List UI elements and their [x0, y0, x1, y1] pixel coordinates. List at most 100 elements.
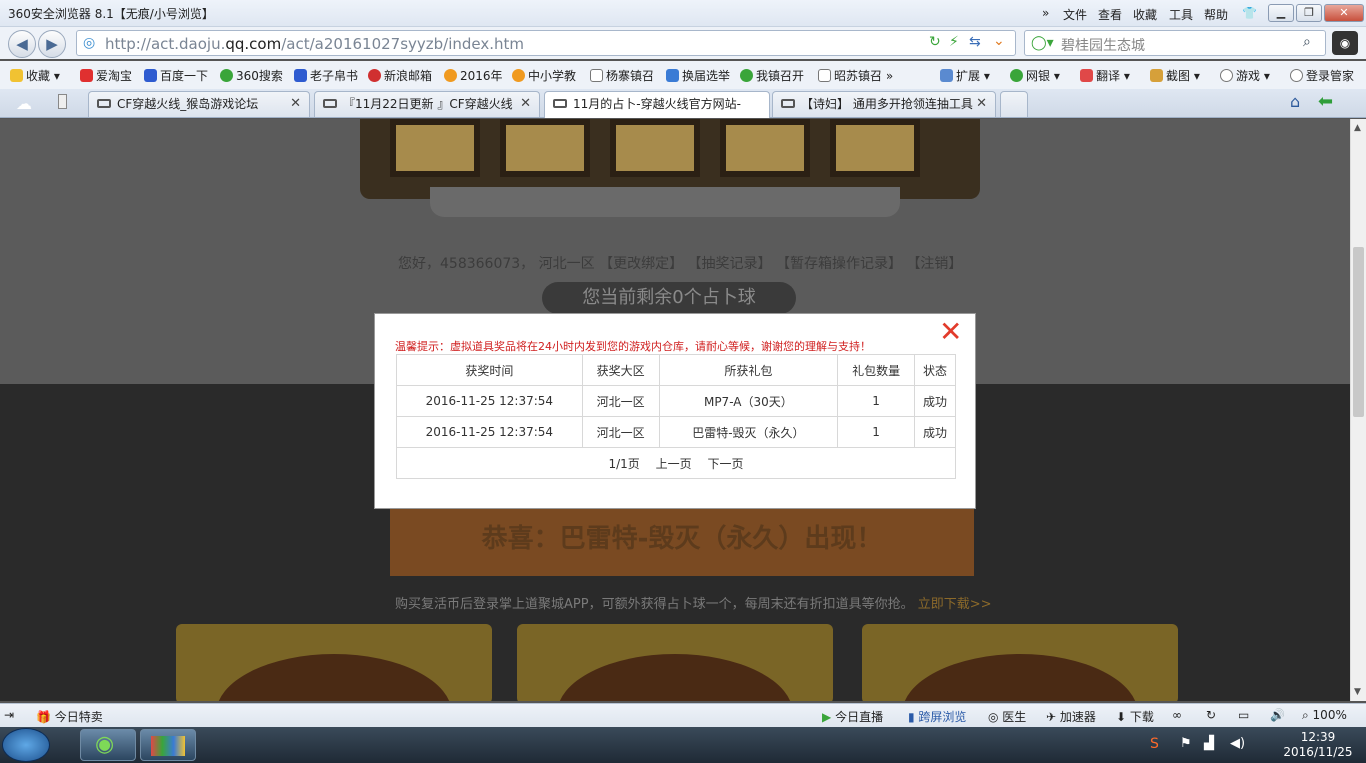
tab-close-icon[interactable]: ✕ [520, 92, 531, 116]
tab-cf-update[interactable]: 『11月22日更新 』CF穿越火线 ✕ [314, 91, 540, 117]
restore-button[interactable]: ❐ [1296, 4, 1322, 22]
bookmark-item[interactable]: 爱淘宝 [80, 67, 132, 84]
zoom-control[interactable]: ⌕ 100% [1302, 708, 1347, 723]
more-icon[interactable]: » [1042, 6, 1049, 20]
translate-menu[interactable]: 翻译 ▾ [1080, 67, 1130, 84]
prize-card[interactable] [517, 624, 833, 701]
menu-view[interactable]: 查看 [1098, 6, 1122, 23]
volume-icon[interactable]: 🔊 [1270, 708, 1285, 722]
scroll-thumb[interactable] [1353, 247, 1364, 417]
start-button[interactable] [2, 728, 50, 762]
taskbar-app[interactable] [140, 729, 196, 761]
close-button[interactable]: ✕ [1324, 4, 1364, 22]
address-bar[interactable]: ◎ http://act.daoju.qq.com/act/a20161027s… [76, 30, 1016, 56]
taskbar: ◉ S ⚑ ▟ ◀) 12:39 2016/11/25 [0, 727, 1366, 763]
tab-cf-divination[interactable]: 11月的占卜-穿越火线官方网站- [544, 91, 770, 118]
bookmark-item[interactable]: 2016年 [444, 67, 503, 84]
bookmark-item[interactable]: 昭苏镇召 » [818, 67, 893, 84]
bookmark-item[interactable]: 换届选举 [666, 67, 730, 84]
forward-button[interactable]: ▶ [38, 30, 66, 58]
search-icon[interactable]: ⌕ [1303, 34, 1311, 50]
prize-card[interactable] [176, 624, 492, 701]
logout-link[interactable]: 【注销】 [906, 256, 962, 272]
doctor-button[interactable]: ◎ 医生 [988, 708, 1026, 725]
phone-icon[interactable] [58, 94, 67, 109]
scroll-up-icon[interactable]: ▲ [1354, 123, 1361, 133]
compat-icon[interactable]: ⇆ [969, 34, 981, 50]
refresh-icon[interactable]: ↻ [929, 34, 941, 50]
vertical-scrollbar[interactable]: ▲ ▼ [1350, 119, 1366, 701]
bookmark-item[interactable]: 老子帛书 [294, 67, 358, 84]
download-button[interactable]: ⬇ 下载 [1116, 708, 1154, 725]
new-tab-button[interactable] [1000, 91, 1028, 117]
system-clock[interactable]: 12:39 2016/11/25 [1276, 730, 1360, 760]
cell-zone: 河北一区 [581, 416, 660, 448]
bookmark-favorites[interactable]: 收藏 ▾ [10, 67, 60, 84]
menu-file[interactable]: 文件 [1063, 6, 1087, 23]
search-input[interactable]: 碧桂园生态城 [1061, 35, 1145, 55]
tab-favicon-icon [323, 99, 337, 108]
prize-card[interactable] [862, 624, 1178, 701]
tab-close-icon[interactable]: ✕ [976, 92, 987, 116]
draw-records-link[interactable]: 【抽奖记录】 [688, 256, 772, 272]
undo-close-icon[interactable]: ⬅ [1318, 91, 1333, 112]
url-text[interactable]: http://act.daoju.qq.com/act/a20161027syy… [105, 35, 524, 53]
speed-icon[interactable]: ⚡ [949, 34, 959, 50]
accelerator-button[interactable]: ✈ 加速器 [1046, 708, 1096, 725]
menu-tools[interactable]: 工具 [1169, 6, 1193, 23]
cell-time: 2016-11-25 12:37:54 [396, 385, 583, 417]
gift-icon: 🎁 [36, 710, 51, 724]
refresh-all-icon[interactable]: ↻ [1206, 708, 1216, 722]
screenshot-menu[interactable]: 截图 ▾ [1150, 67, 1200, 84]
flag-icon[interactable]: ⚑ [1180, 736, 1192, 751]
logo-plate [430, 187, 900, 217]
tab-cf-forum[interactable]: CF穿越火线_猴岛游戏论坛 ✕ [88, 91, 310, 117]
storage-records-link[interactable]: 【暂存箱操作记录】 [776, 256, 902, 272]
cross-screen-button[interactable]: ▮ 跨屏浏览 [908, 708, 966, 725]
back-button[interactable]: ◀ [8, 30, 36, 58]
mask-icon[interactable]: ∞ [1172, 708, 1182, 722]
change-binding-link[interactable]: 【更改绑定】 [599, 256, 683, 272]
search-engine-icon[interactable]: ◯▾ [1031, 35, 1054, 51]
speaker-icon[interactable]: ◀) [1230, 736, 1245, 751]
login-manager[interactable]: 登录管家 [1290, 67, 1354, 84]
table-row: 2016-11-25 12:37:54 河北一区 巴雷特-毁灭（永久） 1 成功 [396, 416, 956, 448]
close-icon[interactable]: ✕ [939, 318, 962, 346]
scroll-down-icon[interactable]: ▼ [1354, 687, 1361, 697]
games-menu[interactable]: 游戏 ▾ [1220, 67, 1270, 84]
bookmark-item[interactable]: 百度一下 [144, 67, 208, 84]
download-link[interactable]: 立即下载>> [918, 597, 992, 612]
bookmark-item[interactable]: 杨寨镇召 [590, 67, 654, 84]
bookmark-item[interactable]: 我镇召开 [740, 67, 804, 84]
app-icon [151, 736, 185, 756]
extensions-menu[interactable]: 扩展 ▾ [940, 67, 990, 84]
menu-help[interactable]: 帮助 [1204, 6, 1228, 23]
live-button[interactable]: ▶ 今日直播 [822, 708, 883, 725]
banking-menu[interactable]: 网银 ▾ [1010, 67, 1060, 84]
search-box[interactable]: ◯▾ 碧桂园生态城 ⌕ [1024, 30, 1326, 56]
bookmark-item[interactable]: 360搜索 [220, 67, 283, 84]
network-icon[interactable]: ▟ [1204, 736, 1214, 751]
taskbar-browser[interactable]: ◉ [80, 729, 136, 761]
clock-time: 12:39 [1300, 730, 1336, 744]
bookmark-item[interactable]: 新浪邮箱 [368, 67, 432, 84]
account-icon[interactable]: ◉ [1332, 31, 1358, 55]
cell-time: 2016-11-25 12:37:54 [396, 416, 583, 448]
dropdown-icon[interactable]: ⌄ [993, 33, 1005, 49]
window-icon[interactable]: ▭ [1238, 708, 1249, 722]
prev-page-link[interactable]: 上一页 [656, 457, 692, 471]
ime-icon[interactable]: S [1150, 736, 1159, 752]
table-row: 2016-11-25 12:37:54 河北一区 MP7-A（30天） 1 成功 [396, 385, 956, 417]
next-page-link[interactable]: 下一页 [707, 457, 743, 471]
tab-tool[interactable]: 【诗妇】 通用多开抢领连抽工具 ✕ [772, 91, 996, 117]
minimize-button[interactable]: ▁ [1268, 4, 1294, 22]
cloud-icon[interactable]: ☁ [16, 94, 32, 113]
menu-favorites[interactable]: 收藏 [1133, 6, 1157, 23]
daily-deals[interactable]: 🎁 今日特卖 [36, 708, 103, 725]
records-table: 获奖时间 获奖大区 所获礼包 礼包数量 状态 2016-11-25 12:37:… [396, 354, 956, 479]
tab-close-icon[interactable]: ✕ [290, 92, 301, 116]
sidebar-toggle-icon[interactable]: ⇥ [4, 708, 14, 722]
skin-icon[interactable]: 👕 [1242, 6, 1257, 20]
home-icon[interactable]: ⌂ [1290, 92, 1300, 111]
bookmark-item[interactable]: 中小学教 [512, 67, 576, 84]
